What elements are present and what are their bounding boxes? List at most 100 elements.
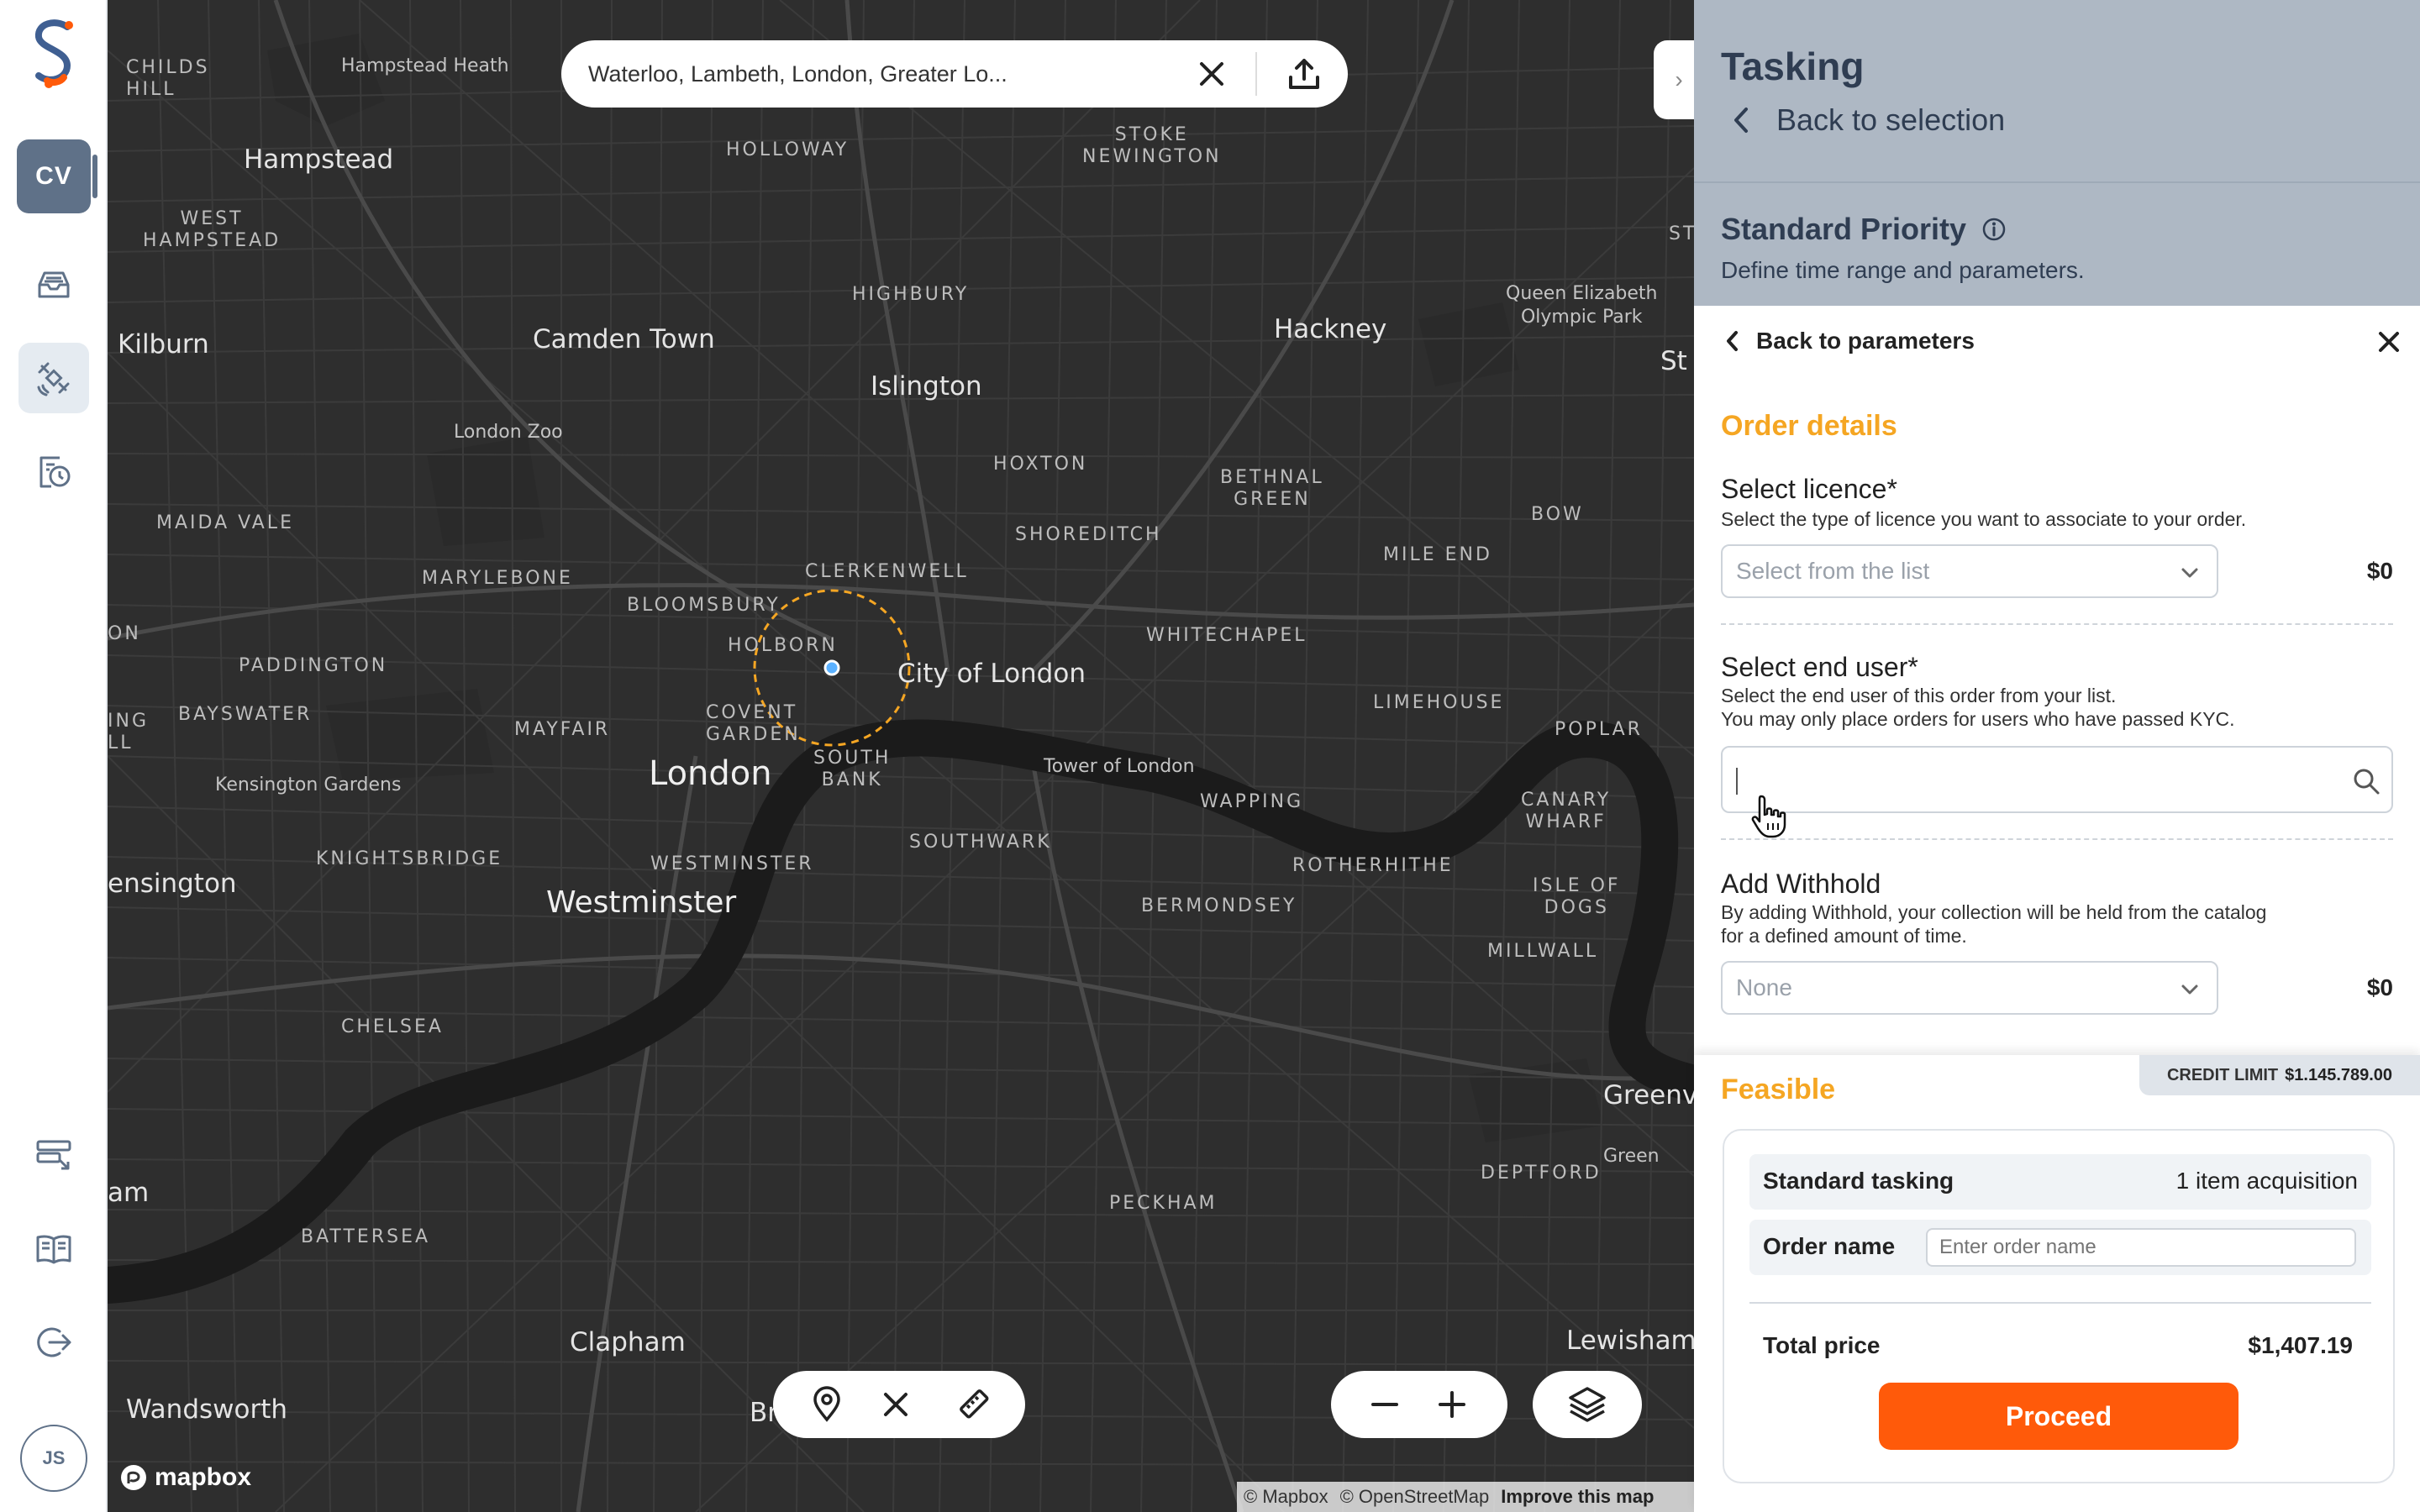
search-icon[interactable] <box>2351 766 2381 796</box>
map-label: Green <box>1603 1146 1660 1167</box>
zoom-in-icon[interactable] <box>1434 1386 1470 1423</box>
map-label: ST <box>1669 223 1694 244</box>
licence-help: Select the type of licence you want to a… <box>1721 508 2247 530</box>
map-label: ensington <box>108 869 237 899</box>
attribution-mapbox-link[interactable]: © Mapbox <box>1244 1486 1328 1508</box>
licence-price: $0 <box>2366 558 2393 584</box>
info-icon[interactable] <box>1981 217 2007 242</box>
order-name-label: Order name <box>1763 1233 1896 1259</box>
user-avatar[interactable]: JS <box>20 1425 87 1492</box>
map-label: St <box>1660 346 1687 376</box>
map-label: London <box>649 754 772 793</box>
nav-tasking-button[interactable] <box>18 343 89 413</box>
upload-icon[interactable] <box>1284 54 1324 94</box>
map-label: HOLBORN <box>728 635 838 656</box>
map-label: MARYLEBONE <box>422 568 573 589</box>
map-label: Kensington Gardens <box>215 774 402 795</box>
map-streets <box>108 0 1694 1512</box>
panel-header: Tasking Back to selection Standard Prior… <box>1694 0 2420 306</box>
map-label: WESTMINSTER <box>650 853 814 874</box>
licence-select-value: Select from the list <box>1736 558 1930 584</box>
draw-toolbar <box>773 1371 1025 1438</box>
map-label: London Zoo <box>454 422 563 443</box>
zoom-controls <box>1331 1371 1507 1438</box>
map-label: Camden Town <box>533 324 715 354</box>
tasking-value: 1 item acquisition <box>2175 1168 2358 1194</box>
clear-shape-icon[interactable] <box>877 1386 914 1423</box>
nav-catalog-button[interactable] <box>18 1213 89 1284</box>
end-user-search-input[interactable] <box>1721 746 2393 813</box>
attribution-osm-link[interactable]: © OpenStreetMap <box>1340 1486 1490 1508</box>
text-caret <box>1736 768 1738 795</box>
chevron-right-icon: › <box>1675 66 1683 92</box>
map-label: Hampstead Heath <box>341 55 509 76</box>
priority-title: Standard Priority <box>1721 212 2007 247</box>
nav-logout-button[interactable] <box>18 1307 89 1378</box>
back-to-parameters-button[interactable]: Back to parameters <box>1724 328 1975 354</box>
map-label: Queen Elizabeth Olympic Park <box>1506 283 1658 328</box>
catalog-book-icon <box>36 1235 71 1264</box>
layers-button[interactable] <box>1533 1371 1642 1438</box>
map-label: Kilburn <box>118 329 209 360</box>
nav-orders-button[interactable] <box>18 1119 89 1189</box>
map-label: Lewisham <box>1566 1326 1694 1356</box>
map-label: ISLE OF DOGS <box>1533 875 1621 918</box>
zoom-out-icon[interactable] <box>1366 1386 1403 1423</box>
history-icon <box>39 456 71 488</box>
chevron-left-icon <box>1727 331 1738 351</box>
summary-divider <box>1749 1302 2371 1304</box>
collapse-panel-button[interactable]: › <box>1654 40 1694 119</box>
tasking-label: Standard tasking <box>1763 1168 1954 1194</box>
mapbox-logo: mapbox <box>119 1463 251 1492</box>
proceed-button[interactable]: Proceed <box>1879 1383 2238 1450</box>
improve-map-link[interactable]: Improve this map <box>1501 1486 1654 1508</box>
clear-search-icon[interactable] <box>1193 55 1230 92</box>
map-label: MILLWALL <box>1487 941 1599 962</box>
panel-title: Tasking <box>1721 45 1865 88</box>
nav-inbox-button[interactable] <box>18 249 89 319</box>
map-label: am <box>108 1178 150 1208</box>
pin-icon[interactable] <box>808 1386 845 1423</box>
left-navigation: CV JS <box>0 0 108 1512</box>
map-label: BATTERSEA <box>301 1226 431 1247</box>
close-icon[interactable] <box>2376 329 2402 354</box>
map-label: Westminster <box>546 885 737 920</box>
total-price-value: $1,407.19 <box>2248 1332 2353 1358</box>
withhold-price: $0 <box>2366 974 2393 1000</box>
order-name-input[interactable] <box>1926 1228 2356 1267</box>
back-to-selection-button[interactable]: Back to selection <box>1731 102 2005 138</box>
map-label: SOUTHWARK <box>909 832 1052 853</box>
map-label: KNIGHTSBRIDGE <box>316 848 503 869</box>
back-to-selection-label: Back to selection <box>1776 102 2006 137</box>
withhold-select-value: None <box>1736 974 1792 1000</box>
map-label: COVENT GARDEN <box>706 702 801 745</box>
map-label: CHELSEA <box>341 1016 444 1037</box>
feasibility-summary: CREDIT LIMIT $1.145.789.00 Feasible Stan… <box>1694 1055 2420 1512</box>
chevron-down-icon <box>2181 984 2198 995</box>
nav-history-button[interactable] <box>18 437 89 507</box>
map-label: SOUTH BANK <box>813 748 892 790</box>
location-search-value[interactable]: Waterloo, Lambeth, London, Greater Lo... <box>588 61 1076 87</box>
map-label: Greenv <box>1603 1080 1694 1110</box>
location-search[interactable]: Waterloo, Lambeth, London, Greater Lo... <box>561 40 1348 108</box>
mapbox-wordmark: mapbox <box>155 1463 252 1491</box>
layers-icon <box>1569 1387 1606 1422</box>
map-canvas[interactable]: CHILDS HILL Hampstead Heath Hampstead WES… <box>108 0 1694 1512</box>
app-logo-icon[interactable] <box>30 18 77 89</box>
map-label: PECKHAM <box>1109 1193 1218 1214</box>
credit-limit-badge: CREDIT LIMIT $1.145.789.00 <box>2139 1055 2420 1095</box>
search-divider <box>1255 52 1257 96</box>
withhold-label: Add Withhold <box>1721 869 1881 899</box>
end-user-help-2: You may only place orders for users who … <box>1721 708 2235 730</box>
workspace-button[interactable]: CV <box>17 139 97 213</box>
map-label: Hampstead <box>244 144 394 175</box>
withhold-select[interactable]: None <box>1721 961 2218 1015</box>
map-label: Islington <box>871 371 982 402</box>
licence-select[interactable]: Select from the list <box>1721 544 2218 598</box>
ruler-icon[interactable] <box>956 1386 993 1423</box>
map-label: PADDINGTON <box>239 655 388 676</box>
section-divider <box>1721 623 2393 625</box>
map-label: MAYFAIR <box>514 719 611 740</box>
priority-title-text: Standard Priority <box>1721 212 1967 246</box>
tasking-panel: Tasking Back to selection Standard Prior… <box>1694 0 2420 1512</box>
